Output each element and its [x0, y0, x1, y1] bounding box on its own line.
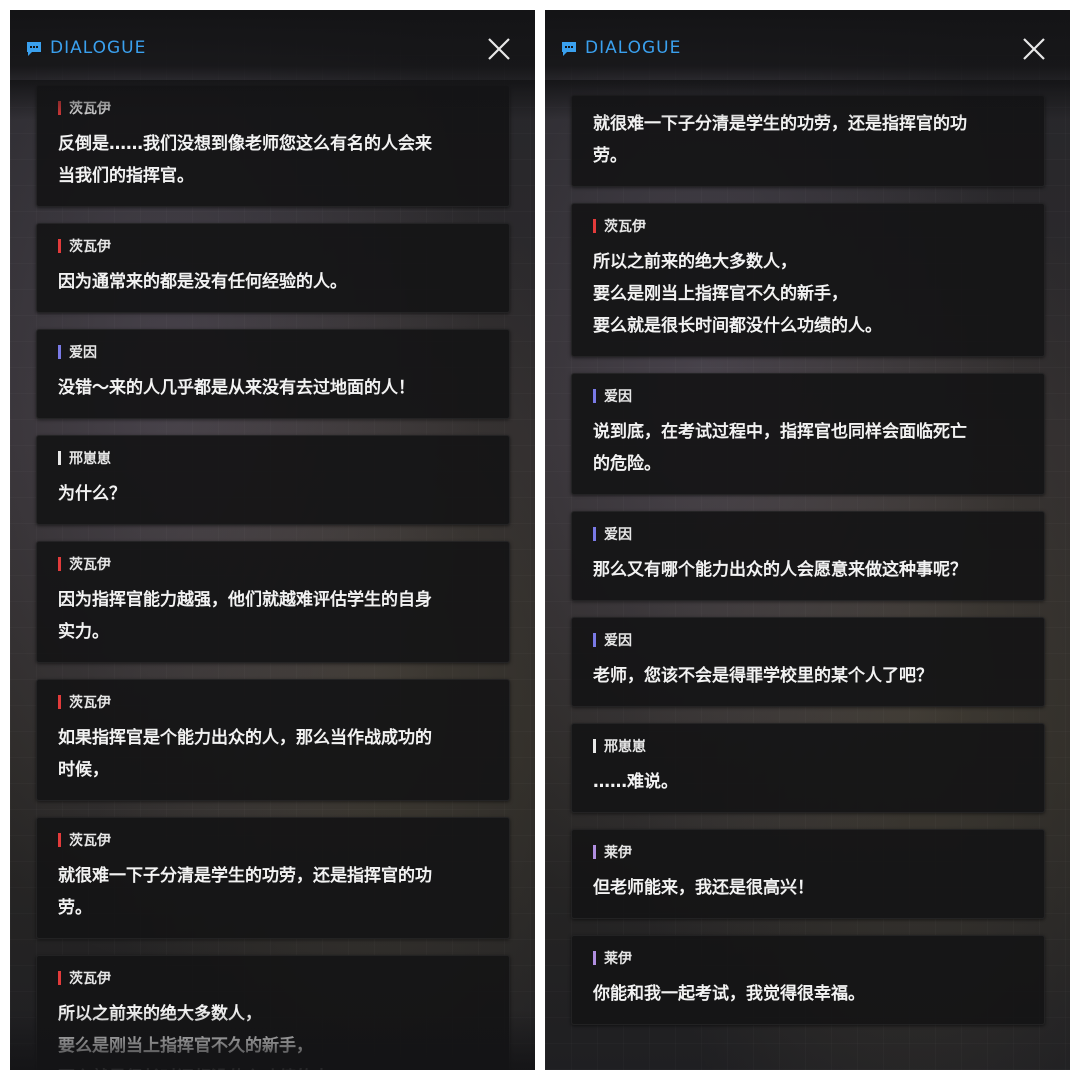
dialogue-title: DIALOGUE	[585, 38, 682, 58]
dialogue-message: 爱因那么又有哪个能力出众的人会愿意来做这种事呢？	[571, 511, 1045, 601]
dialogue-message: 茨瓦伊所以之前来的绝大多数人， 要么是刚当上指挥官不久的新手， 要么就是很长时间…	[571, 203, 1045, 357]
dialogue-message: 茨瓦伊就很难一下子分清是学生的功劳，还是指挥官的功 劳。	[36, 817, 510, 939]
speaker-name: 邢崽崽	[69, 451, 111, 467]
speaker-row: 茨瓦伊	[58, 968, 489, 988]
speaker-row: 茨瓦伊	[58, 830, 489, 850]
message-text: 如果指挥官是个能力出众的人，那么当作战成功的 时候，	[58, 728, 432, 780]
speaker-row: 莱伊	[593, 948, 1024, 968]
dialogue-message: 茨瓦伊因为指挥官能力越强，他们就越难评估学生的自身 实力。	[36, 541, 510, 663]
speaker-color-bar	[58, 557, 61, 571]
speaker-row: 爱因	[593, 524, 1024, 544]
message-text: 就很难一下子分清是学生的功劳，还是指挥官的功 劳。	[58, 866, 432, 918]
bottom-fade	[10, 1010, 535, 1070]
speaker-name: 茨瓦伊	[69, 239, 111, 255]
speaker-color-bar	[58, 695, 61, 709]
dialogue-message: 莱伊你能和我一起考试，我觉得很幸福。	[571, 935, 1045, 1025]
dialogue-header: DIALOGUE	[10, 10, 535, 90]
close-icon[interactable]	[487, 37, 511, 61]
message-text: 那么又有哪个能力出众的人会愿意来做这种事呢？	[593, 560, 967, 580]
speaker-name: 莱伊	[604, 951, 632, 967]
speaker-color-bar	[593, 845, 596, 859]
message-text: 因为通常来的都是没有任何经验的人。	[58, 272, 347, 292]
speaker-row: 莱伊	[593, 842, 1024, 862]
speaker-name: 茨瓦伊	[69, 557, 111, 573]
speaker-name: 茨瓦伊	[69, 971, 111, 987]
speaker-name: 茨瓦伊	[604, 219, 646, 235]
message-text: ……难说。	[593, 772, 678, 792]
message-text: 你能和我一起考试，我觉得很幸福。	[593, 984, 865, 1004]
speaker-color-bar	[58, 345, 61, 359]
dialogue-message: 邢崽崽 ……难说。	[571, 723, 1045, 813]
speaker-row: 茨瓦伊	[58, 554, 489, 574]
dialogue-header: DIALOGUE	[545, 10, 1070, 90]
message-text: 但老师能来，我还是很高兴！	[593, 878, 814, 898]
speaker-row: 茨瓦伊	[58, 692, 489, 712]
speaker-name: 爱因	[604, 389, 632, 405]
speaker-color-bar	[58, 833, 61, 847]
message-text: 所以之前来的绝大多数人， 要么是刚当上指挥官不久的新手， 要么就是很长时间都没什…	[593, 252, 882, 336]
speaker-row: 茨瓦伊	[58, 236, 489, 256]
speaker-color-bar	[593, 389, 596, 403]
speaker-row: 爱因	[58, 342, 489, 362]
message-text: 说到底，在考试过程中，指挥官也同样会面临死亡 的危险。	[593, 422, 967, 474]
speaker-color-bar	[593, 951, 596, 965]
dialogue-panel-right: DIALOGUE 就很难一下子分清是学生的功劳，还是指挥官的功 劳。 茨瓦伊 所以之…	[545, 10, 1070, 1070]
speaker-color-bar	[593, 633, 596, 647]
speaker-row: 邢崽崽	[58, 448, 489, 468]
chat-bubble-icon	[27, 42, 41, 56]
dialogue-panel-left: DIALOGUE 茨瓦伊 反倒是……我们没想到像老师您这么有名的人会来 当我们的指…	[10, 10, 535, 1070]
dialogue-message: 莱伊但老师能来，我还是很高兴！	[571, 829, 1045, 919]
dialogue-message: 邢崽崽为什么？	[36, 435, 510, 525]
speaker-name: 茨瓦伊	[69, 695, 111, 711]
speaker-color-bar	[593, 527, 596, 541]
message-text: 没错～来的人几乎都是从来没有去过地面的人！	[58, 378, 415, 398]
speaker-row: 邢崽崽	[593, 736, 1024, 756]
speaker-name: 茨瓦伊	[69, 833, 111, 849]
message-text: 为什么？	[58, 484, 126, 504]
speaker-row: 爱因	[593, 386, 1024, 406]
speaker-row: 爱因	[593, 630, 1024, 650]
dialogue-message: 茨瓦伊如果指挥官是个能力出众的人，那么当作战成功的 时候，	[36, 679, 510, 801]
close-icon[interactable]	[1022, 37, 1046, 61]
message-text: 因为指挥官能力越强，他们就越难评估学生的自身 实力。	[58, 590, 432, 642]
speaker-row: 茨瓦伊	[593, 216, 1024, 236]
message-text: 反倒是……我们没想到像老师您这么有名的人会来 当我们的指挥官。	[58, 134, 432, 186]
message-text: 老师，您该不会是得罪学校里的某个人了吧？	[593, 666, 933, 686]
dialogue-message: 爱因没错～来的人几乎都是从来没有去过地面的人！	[36, 329, 510, 419]
dialogue-message: 爱因说到底，在考试过程中，指挥官也同样会面临死亡 的危险。	[571, 373, 1045, 495]
speaker-color-bar	[58, 451, 61, 465]
speaker-color-bar	[593, 219, 596, 233]
speaker-name: 爱因	[69, 345, 97, 361]
speaker-name: 爱因	[604, 527, 632, 543]
speaker-name: 邢崽崽	[604, 739, 646, 755]
dialogue-message: 茨瓦伊因为通常来的都是没有任何经验的人。	[36, 223, 510, 313]
speaker-name: 莱伊	[604, 845, 632, 861]
message-list[interactable]: 就很难一下子分清是学生的功劳，还是指挥官的功 劳。 茨瓦伊 所以之前来的绝大多数人，…	[571, 95, 1045, 1041]
speaker-color-bar	[593, 739, 596, 753]
dialogue-title: DIALOGUE	[50, 38, 147, 58]
chat-bubble-icon	[562, 42, 576, 56]
dialogue-message: 爱因老师，您该不会是得罪学校里的某个人了吧？	[571, 617, 1045, 707]
message-list[interactable]: 茨瓦伊反倒是……我们没想到像老师您这么有名的人会来 当我们的指挥官。茨瓦伊因为通…	[36, 85, 510, 1070]
speaker-color-bar	[58, 971, 61, 985]
speaker-name: 爱因	[604, 633, 632, 649]
speaker-color-bar	[58, 239, 61, 253]
